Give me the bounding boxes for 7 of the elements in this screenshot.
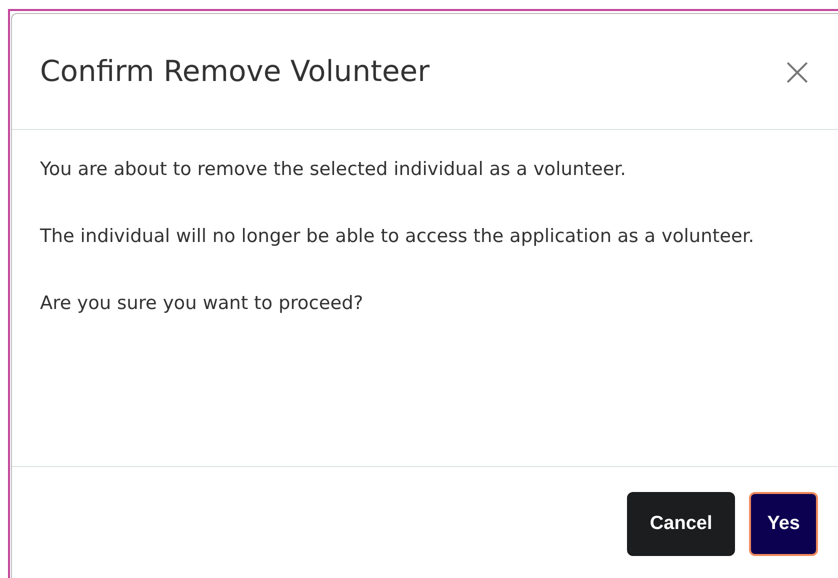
dialog-title: Confirm Remove Volunteer	[40, 54, 430, 89]
message-text: Are you sure you want to proceed?	[40, 292, 364, 316]
confirm-button[interactable]: Yes	[749, 492, 818, 556]
close-button[interactable]: ×	[774, 52, 820, 92]
cancel-button[interactable]: Cancel	[626, 492, 736, 556]
message-text: You are about to remove the selected individual as a volunteer.	[40, 158, 628, 182]
message-text: The individual will no longer be able to access the application as a volunteer.	[40, 225, 756, 249]
